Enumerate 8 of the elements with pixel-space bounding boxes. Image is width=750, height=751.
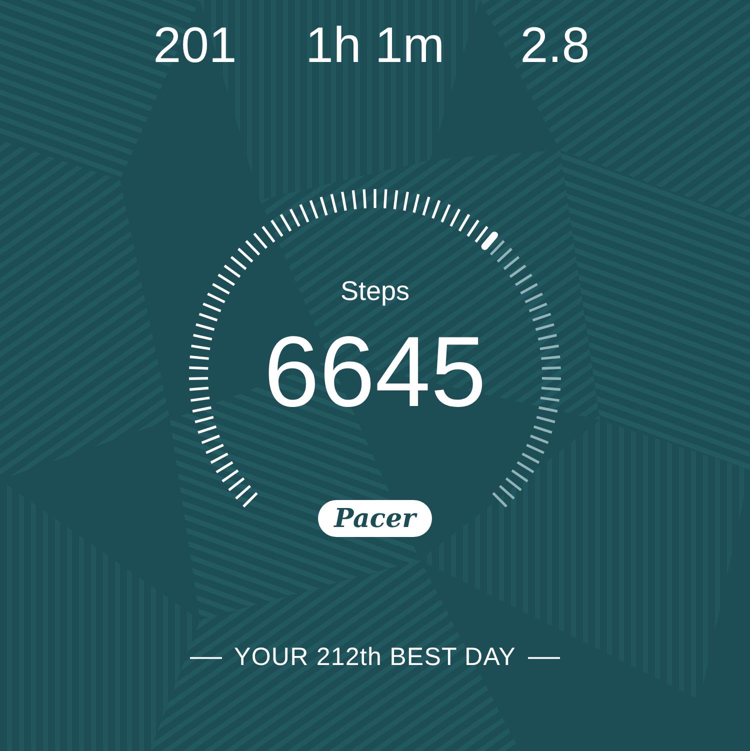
stat-value: 2.8: [520, 20, 590, 75]
steps-label: Steps: [340, 278, 410, 305]
progress-marker: [481, 232, 498, 250]
steps-count: 6645: [264, 322, 486, 422]
best-day-text: YOUR 212th BEST DAY: [234, 645, 516, 670]
pacer-logo: Pacer: [318, 500, 432, 537]
stat-value: 1h 1m: [306, 20, 444, 75]
stat-value: 201: [153, 20, 237, 75]
